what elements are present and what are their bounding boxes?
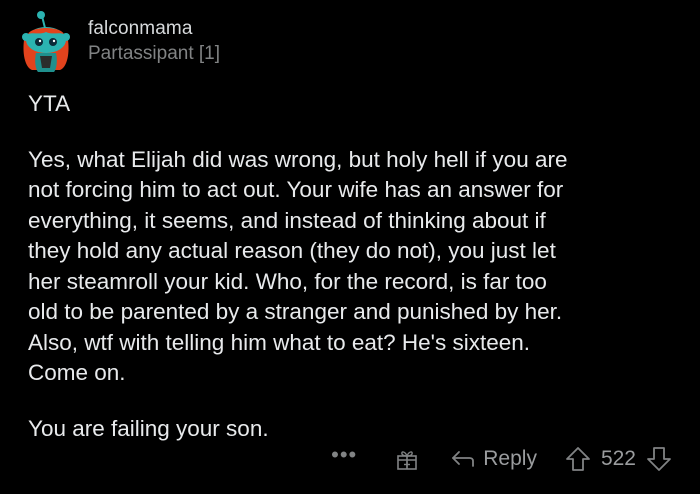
comment-paragraph: YTA xyxy=(28,91,71,116)
comment-paragraph: Yes, what Elijah did was wrong, but holy… xyxy=(28,146,568,386)
reply-arrow-icon xyxy=(452,451,475,467)
comment-actions: ••• Reply 522 xyxy=(331,442,672,476)
downvote-button[interactable] xyxy=(646,445,672,473)
more-options-icon: ••• xyxy=(331,442,358,467)
comment-header: falconmama Partassipant [1] xyxy=(18,8,220,74)
user-flair: Partassipant [1] xyxy=(88,42,221,64)
reply-button[interactable]: Reply xyxy=(449,447,537,471)
username[interactable]: falconmama xyxy=(88,17,220,41)
comment-body: YTA Yes, what Elijah did was wrong, but … xyxy=(28,89,688,444)
comment-card: falconmama Partassipant [1] YTA Yes, wha… xyxy=(0,0,700,494)
downvote-arrow-icon xyxy=(647,447,671,471)
vote-count: 522 xyxy=(600,447,636,470)
comment-paragraph: You are failing your son. xyxy=(28,415,269,441)
award-button[interactable] xyxy=(395,447,419,471)
user-meta: falconmama Partassipant [1] xyxy=(88,17,220,66)
upvote-button[interactable] xyxy=(565,445,591,473)
user-avatar[interactable] xyxy=(18,10,74,72)
award-gift-icon xyxy=(397,451,418,470)
more-options-button[interactable]: ••• xyxy=(331,444,357,466)
snoo-avatar-icon xyxy=(22,11,70,72)
upvote-arrow-icon xyxy=(566,447,590,471)
reply-label: Reply xyxy=(483,447,537,470)
